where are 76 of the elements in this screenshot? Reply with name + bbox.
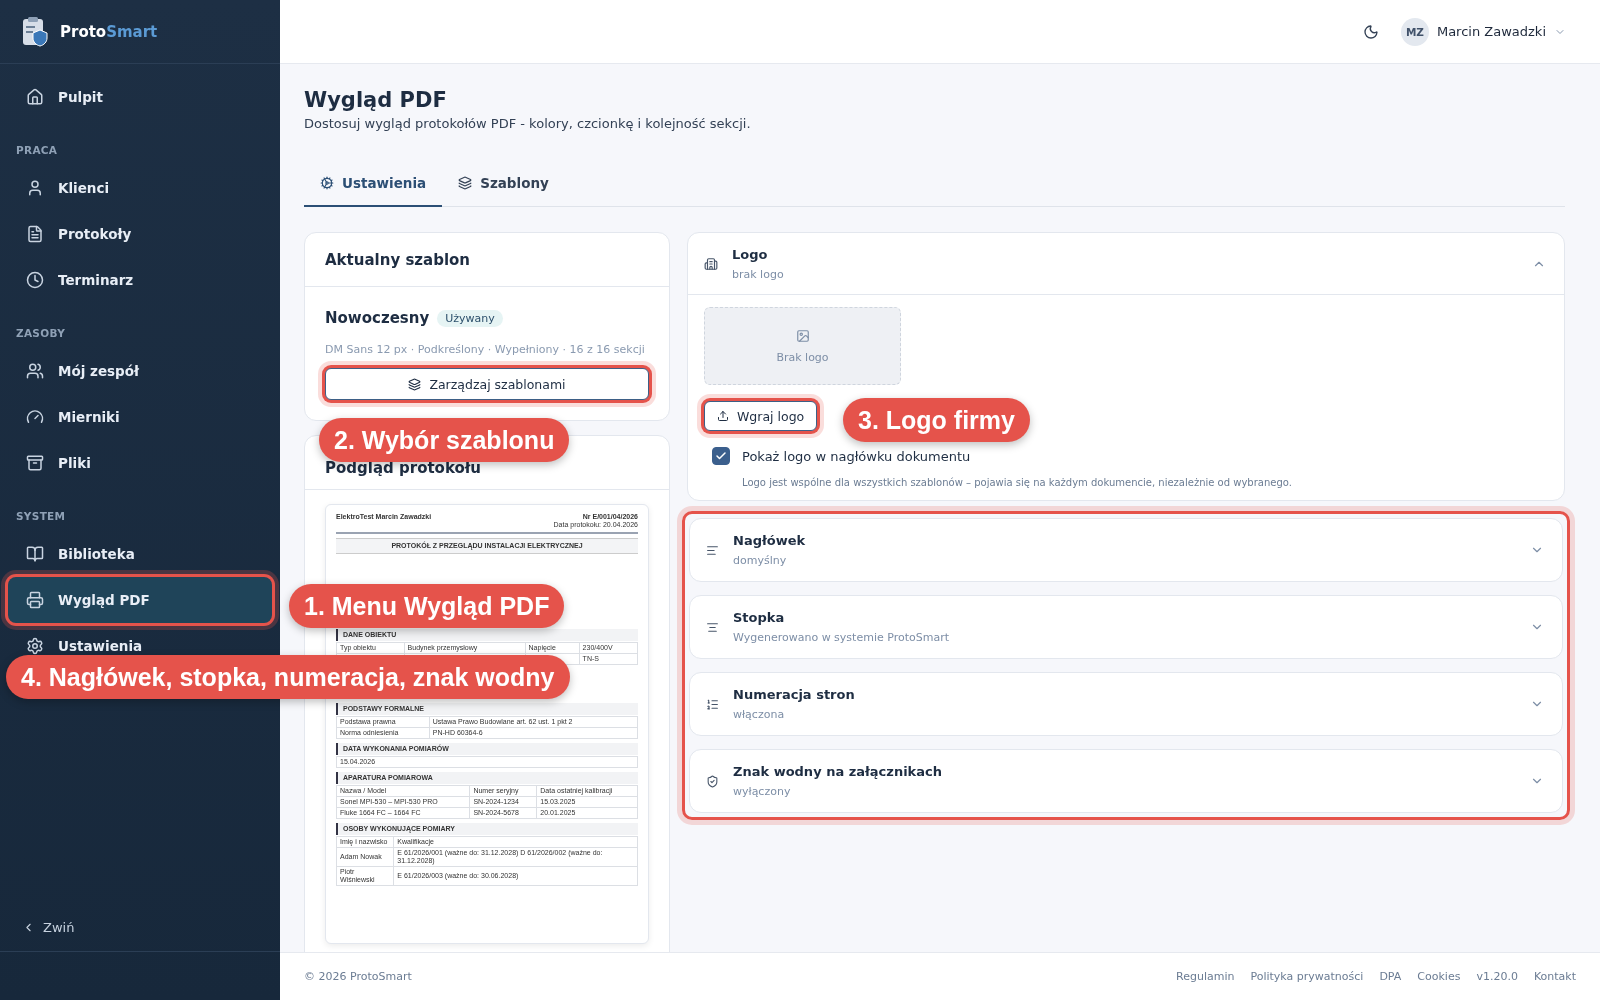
section-subtitle: domyślny xyxy=(733,554,788,567)
align-center-icon xyxy=(706,620,719,634)
section-subtitle: wyłączony xyxy=(733,785,792,798)
layers-icon xyxy=(458,176,473,190)
footer-link[interactable]: Polityka prywatności xyxy=(1250,970,1364,983)
accordion-panel[interactable]: Znak wodny na załącznikach wyłączony xyxy=(689,749,1563,813)
nav-item[interactable]: Klienci xyxy=(8,165,272,211)
annotation-tooltip: 1. Menu Wygląd PDF xyxy=(289,584,565,628)
user-icon xyxy=(26,179,44,197)
section-subtitle: brak logo xyxy=(732,267,785,281)
nav-item[interactable]: Pliki xyxy=(8,440,272,486)
user-menu[interactable]: MZ Marcin Zawadzki xyxy=(1400,17,1566,46)
nav-item[interactable]: Mój zespół xyxy=(8,348,272,394)
accordion-panel[interactable]: Stopka Wygenerowano w systemie ProtoSmart xyxy=(689,595,1563,659)
nav-section-heading: SYSTEM xyxy=(15,509,67,524)
manage-templates-button[interactable]: Zarządzaj szablonami xyxy=(325,368,649,400)
page-title: Wygląd PDF xyxy=(304,88,448,112)
nav-item[interactable]: Terminarz xyxy=(8,257,272,303)
upload-icon xyxy=(717,410,729,422)
section-title: Stopka xyxy=(733,610,786,625)
book-icon xyxy=(26,545,44,563)
section-title: Numeracja stron xyxy=(733,687,856,702)
annotation-tooltip: 3. Logo firmy xyxy=(843,398,1030,442)
building-icon xyxy=(704,256,718,271)
section-subtitle: włączona xyxy=(733,708,786,721)
placeholder-text: Brak logo xyxy=(776,350,829,364)
card-title: Aktualny szablon xyxy=(305,233,669,287)
nav-section-heading: ZASOBY xyxy=(15,326,67,341)
document-icon xyxy=(26,225,44,243)
check-icon xyxy=(715,450,727,462)
nav-item[interactable]: Mierniki xyxy=(8,394,272,440)
tab[interactable]: Szablony xyxy=(442,161,565,207)
section-title: Logo xyxy=(732,246,769,262)
upload-logo-button[interactable]: Wgraj logo xyxy=(704,401,818,431)
home-icon xyxy=(26,88,44,106)
accordion-panel[interactable]: Numeracja stron włączona xyxy=(689,672,1563,736)
gauge-icon xyxy=(26,408,44,426)
nav-item[interactable]: Pulpit xyxy=(8,74,272,120)
copyright-text: © 2026 ProtoSmart xyxy=(304,970,412,983)
footer-link[interactable]: Kontakt xyxy=(1533,970,1576,983)
nav-item[interactable]: Protokoły xyxy=(8,211,272,257)
template-name: Nowoczesny xyxy=(325,309,430,327)
users-icon xyxy=(26,362,44,380)
page-subtitle: Dostosuj wygląd protokołów PDF - kolory, czcionkę i kolejność sekcji. xyxy=(304,116,752,131)
archive-icon xyxy=(26,454,44,472)
image-icon xyxy=(795,328,810,343)
gear-icon xyxy=(320,176,334,190)
brand-name: ProtoSmart xyxy=(60,22,158,41)
section-title: Znak wodny na załącznikach xyxy=(733,764,943,779)
nav-section-heading: PRACA xyxy=(15,143,59,158)
nav-item[interactable]: Biblioteka xyxy=(8,531,272,577)
printer-icon xyxy=(26,591,44,609)
annotation-tooltip: 2. Wybór szablonu xyxy=(319,418,570,462)
footer-link[interactable]: Cookies xyxy=(1417,970,1461,983)
annotation-tooltip: 4. Nagłówek, stopka, numeracja, znak wodny xyxy=(6,655,570,699)
section-subtitle: Wygenerowano w systemie ProtoSmart xyxy=(733,631,950,644)
align-left-icon xyxy=(706,543,719,557)
numbered-list-icon xyxy=(706,697,719,711)
template-details: DM Sans 12 px · Podkreślony · Wypełniony · 16 z 16 sekcji xyxy=(325,343,646,356)
settings-icon xyxy=(26,637,44,655)
accordion-panel[interactable]: Nagłówek domyślny xyxy=(689,518,1563,582)
clock-icon xyxy=(26,271,44,289)
tab[interactable]: Ustawienia xyxy=(304,161,443,207)
checkbox-label: Pokaż logo w nagłówku dokumentu xyxy=(742,448,971,464)
moon-icon[interactable] xyxy=(1362,23,1379,40)
shield-icon xyxy=(706,774,719,788)
nav-item[interactable]: Wygląd PDF xyxy=(8,577,272,623)
footer-link[interactable]: DPA xyxy=(1379,970,1402,983)
help-text: Logo jest wspólne dla wszystkich szablonów – pojawia się na każdym dokumencie, niezależnie od wybranego. xyxy=(741,477,1292,488)
footer-link[interactable]: Regulamin xyxy=(1176,970,1235,983)
status-badge: Używany xyxy=(437,309,503,327)
footer-link[interactable]: v1.20.0 xyxy=(1476,970,1518,983)
layers-icon xyxy=(408,377,422,391)
user-avatar: MZ xyxy=(1400,17,1429,46)
section-title: Nagłówek xyxy=(733,533,807,548)
checkbox[interactable] xyxy=(712,447,730,465)
